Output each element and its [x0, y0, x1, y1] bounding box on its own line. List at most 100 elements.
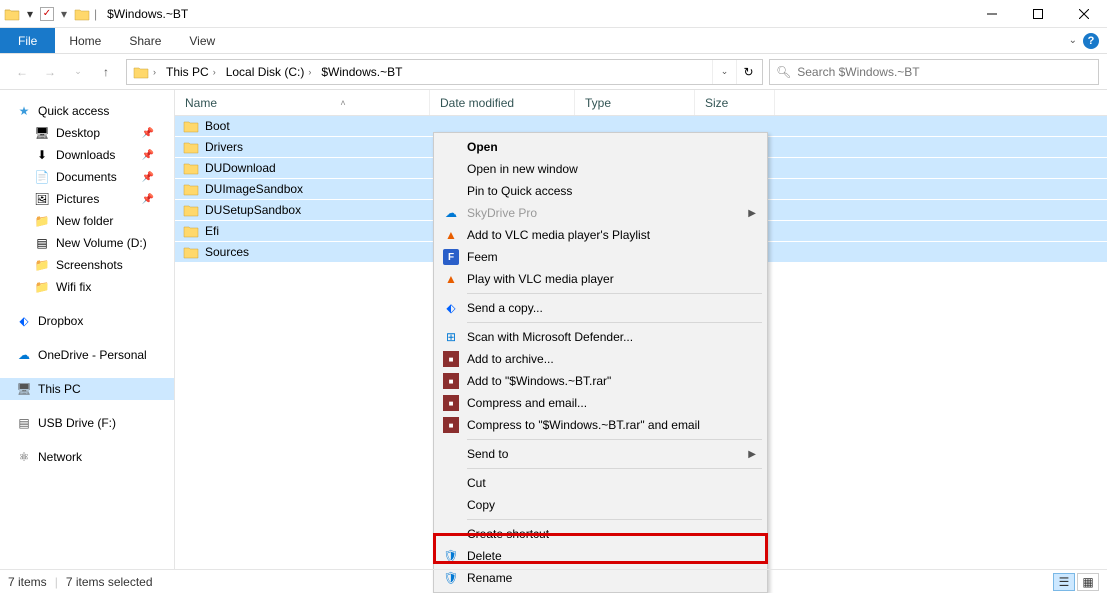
breadcrumb[interactable]: Local Disk (C:)› — [222, 60, 316, 84]
ctx-send-copy[interactable]: ⬖ Send a copy... — [437, 297, 764, 319]
ctx-vlc-play[interactable]: ▲ Play with VLC media player — [437, 268, 764, 290]
column-header-type[interactable]: Type — [575, 90, 695, 115]
pin-icon: 📌 — [142, 150, 154, 161]
ctx-pin-quick-access[interactable]: Pin to Quick access — [437, 180, 764, 202]
ctx-archive[interactable]: ■ Add to archive... — [437, 348, 764, 370]
sidebar-item-label: This PC — [38, 382, 81, 396]
ctx-open-new-window[interactable]: Open in new window — [437, 158, 764, 180]
file-name: DUDownload — [205, 161, 276, 175]
ctx-copy[interactable]: Copy — [437, 494, 764, 516]
qat-check-icon[interactable]: ✓ — [40, 7, 54, 21]
sidebar-item-this-pc[interactable]: 🖥︎ This PC — [0, 378, 174, 400]
title-separator: | — [92, 7, 99, 21]
ctx-vlc-add[interactable]: ▲ Add to VLC media player's Playlist — [437, 224, 764, 246]
file-name: DUSetupSandbox — [205, 203, 301, 217]
up-button[interactable]: ↑ — [96, 62, 116, 82]
sidebar-item-label: USB Drive (F:) — [38, 416, 116, 430]
qat-dropdown-icon[interactable]: ▾ — [56, 6, 72, 22]
folder-icon — [183, 224, 199, 238]
sidebar-item-label: Wifi fix — [56, 280, 91, 294]
sidebar-item-network[interactable]: ⚛ Network — [0, 446, 174, 468]
help-icon[interactable]: ? — [1083, 33, 1099, 49]
usb-icon: ▤ — [16, 415, 32, 431]
documents-icon: 📄 — [34, 169, 50, 185]
sidebar-item[interactable]: 📁 Wifi fix — [0, 276, 174, 298]
star-icon: ★ — [16, 103, 32, 119]
skydrive-icon: ☁ — [443, 205, 459, 221]
file-name: Sources — [205, 245, 249, 259]
ctx-delete[interactable]: 🛡 Delete — [437, 545, 764, 567]
column-header-date[interactable]: Date modified — [430, 90, 575, 115]
downloads-icon: ⬇ — [34, 147, 50, 163]
folder-icon: 📁 — [34, 279, 50, 295]
ctx-compress-email[interactable]: ■ Compress and email... — [437, 392, 764, 414]
back-button[interactable]: ← — [12, 62, 32, 82]
refresh-button[interactable]: ↻ — [736, 60, 760, 84]
tab-view[interactable]: View — [175, 28, 229, 53]
status-item-count: 7 items — [8, 575, 47, 589]
sidebar-item[interactable]: 🖥︎Desktop📌 — [0, 122, 174, 144]
pin-icon: 📌 — [142, 172, 154, 183]
ctx-open[interactable]: Open — [437, 136, 764, 158]
ctx-archive-rar[interactable]: ■ Add to "$Windows.~BT.rar" — [437, 370, 764, 392]
vlc-icon: ▲ — [443, 227, 459, 243]
sidebar-item[interactable]: 📁New folder — [0, 210, 174, 232]
sidebar-item-label: Quick access — [38, 104, 109, 118]
search-box[interactable]: 🔍︎ — [769, 59, 1099, 85]
sidebar-item[interactable]: 📁Screenshots — [0, 254, 174, 276]
sidebar-item[interactable]: ▤New Volume (D:) — [0, 232, 174, 254]
folder-icon — [74, 6, 90, 22]
minimize-button[interactable] — [969, 0, 1015, 28]
sidebar-item-quick-access[interactable]: ★ Quick access — [0, 100, 174, 122]
sidebar-item-label: Network — [38, 450, 82, 464]
dropbox-icon: ⬖ — [16, 313, 32, 329]
rar-icon: ■ — [443, 351, 459, 367]
folder-icon — [183, 161, 199, 175]
details-view-button[interactable]: ☰ — [1053, 573, 1075, 591]
column-header-size[interactable]: Size — [695, 90, 775, 115]
rar-icon: ■ — [443, 417, 459, 433]
ctx-defender[interactable]: ⊞ Scan with Microsoft Defender... — [437, 326, 764, 348]
forward-button[interactable]: → — [40, 62, 60, 82]
title-bar: ▾ ✓ ▾ | $Windows.~BT — [0, 0, 1107, 28]
ribbon-collapse-icon[interactable]: ⌄ — [1069, 35, 1077, 46]
submenu-arrow-icon: ▶ — [748, 449, 756, 460]
maximize-button[interactable] — [1015, 0, 1061, 28]
qat-save-icon[interactable]: ▾ — [22, 6, 38, 22]
address-dropdown-icon[interactable]: ⌄ — [712, 60, 736, 84]
search-input[interactable] — [797, 65, 1092, 79]
shield-icon: 🛡 — [443, 548, 459, 564]
sidebar-item-onedrive[interactable]: ☁ OneDrive - Personal — [0, 344, 174, 366]
ctx-feem[interactable]: F Feem — [437, 246, 764, 268]
status-selected-count: 7 items selected — [66, 575, 153, 589]
breadcrumb[interactable]: This PC› — [162, 60, 220, 84]
ctx-skydrive[interactable]: ☁ SkyDrive Pro▶ — [437, 202, 764, 224]
drive-icon: ▤ — [34, 235, 50, 251]
address-bar[interactable]: › This PC› Local Disk (C:)› $Windows.~BT… — [126, 59, 763, 85]
folder-icon — [183, 182, 199, 196]
context-menu: Open Open in new window Pin to Quick acc… — [433, 132, 768, 593]
sidebar-item-dropbox[interactable]: ⬖ Dropbox — [0, 310, 174, 332]
breadcrumb[interactable]: $Windows.~BT — [317, 60, 406, 84]
ctx-send-to[interactable]: Send to▶ — [437, 443, 764, 465]
sidebar-item[interactable]: 📄Documents📌 — [0, 166, 174, 188]
column-header-name[interactable]: Name˄ — [175, 90, 430, 115]
sidebar-item[interactable]: 🖼Pictures📌 — [0, 188, 174, 210]
file-tab[interactable]: File — [0, 28, 55, 53]
ctx-compress-rar-email[interactable]: ■ Compress to "$Windows.~BT.rar" and ema… — [437, 414, 764, 436]
tab-home[interactable]: Home — [55, 28, 115, 53]
sidebar-item-usb[interactable]: ▤ USB Drive (F:) — [0, 412, 174, 434]
tab-share[interactable]: Share — [115, 28, 175, 53]
sidebar-item-label: Screenshots — [56, 258, 123, 272]
ctx-create-shortcut[interactable]: Create shortcut — [437, 523, 764, 545]
close-button[interactable] — [1061, 0, 1107, 28]
window-title: $Windows.~BT — [107, 7, 188, 21]
recent-dropdown-icon[interactable]: ⌄ — [68, 62, 88, 82]
search-icon: 🔍︎ — [776, 65, 791, 79]
sidebar-item[interactable]: ⬇Downloads📌 — [0, 144, 174, 166]
icons-view-button[interactable]: ▦ — [1077, 573, 1099, 591]
address-folder-icon: › — [129, 60, 160, 84]
file-name: DUImageSandbox — [205, 182, 303, 196]
ctx-cut[interactable]: Cut — [437, 472, 764, 494]
folder-icon — [183, 203, 199, 217]
